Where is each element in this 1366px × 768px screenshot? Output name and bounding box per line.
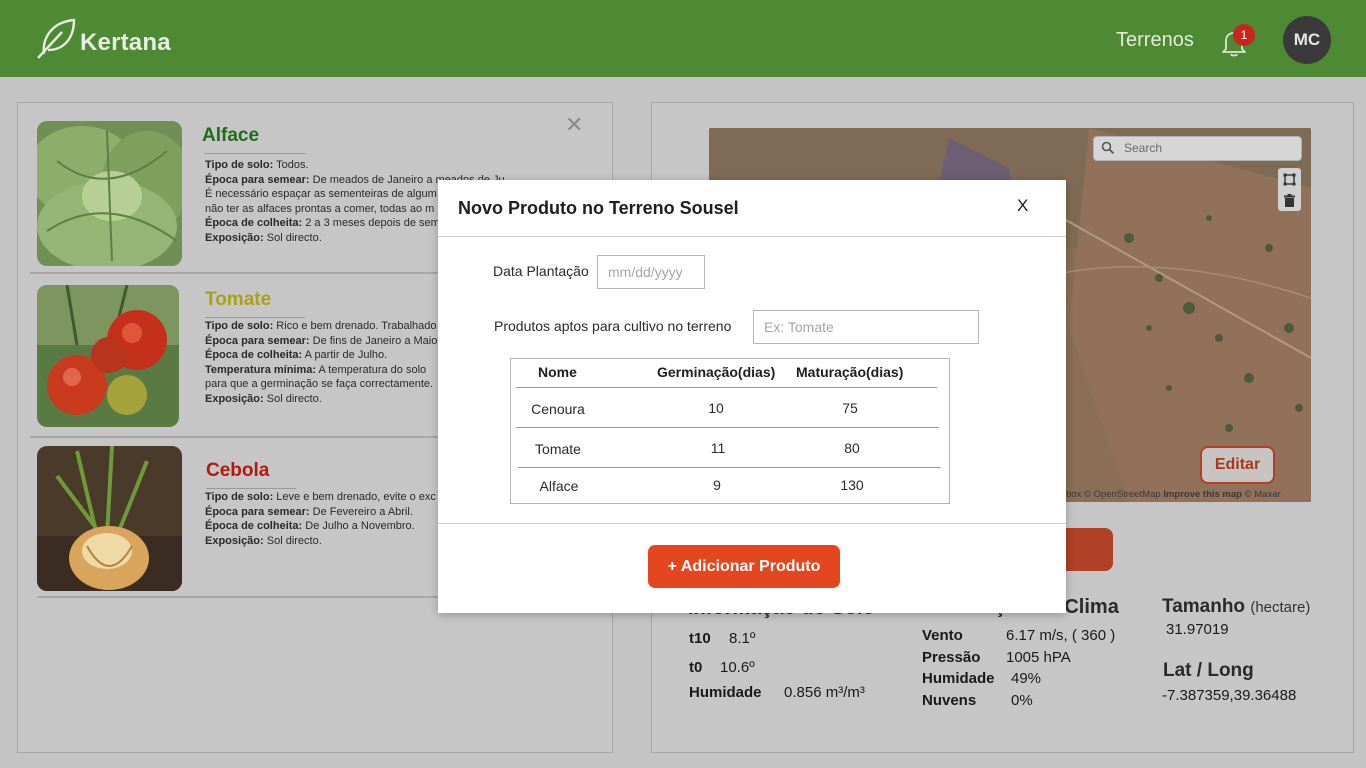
column-header-germination: Germinação(dias) bbox=[657, 364, 776, 380]
planting-date-input[interactable] bbox=[597, 255, 705, 289]
onion-image bbox=[37, 446, 182, 591]
modal-footer-divider bbox=[438, 523, 1066, 524]
soil-t0-label: t0 bbox=[689, 659, 703, 676]
divider bbox=[30, 436, 440, 438]
terrain-size-title: Tamanho (hectare) bbox=[1162, 596, 1311, 617]
nav-terrenos-link[interactable]: Terrenos bbox=[1116, 29, 1194, 52]
table-row-maturation: 75 bbox=[842, 400, 858, 416]
products-suitable-label: Produtos aptos para cultivo no terreno bbox=[494, 318, 732, 334]
modal-close-button[interactable]: X bbox=[1017, 196, 1028, 216]
leaf-logo-icon bbox=[37, 18, 76, 59]
product-search-input[interactable] bbox=[753, 310, 979, 344]
trash-icon[interactable] bbox=[1278, 190, 1301, 211]
planting-date-label: Data Plantação bbox=[493, 263, 589, 279]
map-search-placeholder: Search bbox=[1124, 141, 1163, 155]
name-underline bbox=[206, 488, 296, 489]
table-row-name[interactable]: Tomate bbox=[518, 441, 598, 457]
edit-button[interactable]: Editar bbox=[1200, 446, 1275, 484]
product-name-cebola[interactable]: Cebola bbox=[206, 460, 269, 482]
table-divider bbox=[516, 387, 937, 388]
search-icon bbox=[1101, 141, 1115, 155]
table-row-name[interactable]: Alface bbox=[519, 478, 599, 494]
latlong-title: Lat / Long bbox=[1163, 660, 1254, 681]
latlong-value: -7.387359,39.36488 bbox=[1162, 687, 1297, 704]
close-icon[interactable]: ✕ bbox=[565, 112, 583, 138]
table-row-germination: 9 bbox=[713, 477, 721, 493]
soil-humidity-label: Humidade bbox=[689, 684, 762, 701]
soil-t0-value: 10.6º bbox=[720, 659, 755, 676]
product-name-tomate[interactable]: Tomate bbox=[205, 289, 271, 311]
divider bbox=[30, 272, 440, 274]
table-row-maturation: 80 bbox=[844, 440, 860, 456]
column-header-name: Nome bbox=[538, 364, 577, 380]
notification-badge: 1 bbox=[1233, 24, 1255, 46]
table-divider bbox=[518, 467, 941, 468]
user-avatar[interactable]: MC bbox=[1283, 16, 1331, 64]
tomato-image bbox=[37, 285, 179, 427]
table-row-germination: 11 bbox=[710, 440, 726, 456]
name-underline bbox=[204, 153, 306, 154]
climate-wind-label: Vento bbox=[922, 627, 963, 644]
add-product-button[interactable]: + Adicionar Produto bbox=[648, 545, 840, 588]
table-divider bbox=[516, 427, 939, 428]
climate-clouds-label: Nuvens bbox=[922, 692, 977, 709]
table-row-maturation: 130 bbox=[840, 477, 864, 493]
draw-polygon-icon[interactable] bbox=[1278, 169, 1301, 190]
column-header-maturation: Maturação(dias) bbox=[796, 364, 904, 380]
divider bbox=[37, 596, 442, 598]
modal-header-divider bbox=[438, 236, 1066, 237]
climate-humidity-value: 49% bbox=[1011, 670, 1042, 687]
modal-title: Novo Produto no Terreno Sousel bbox=[458, 198, 739, 218]
name-underline bbox=[205, 317, 305, 318]
soil-t10-value: 8.1º bbox=[729, 630, 756, 647]
climate-clouds-value: 0% bbox=[1011, 692, 1033, 709]
map-attribution: box © OpenStreetMap Improve this map © M… bbox=[1066, 489, 1281, 500]
climate-wind-value: 6.17 m/s, ( 360 ) bbox=[1006, 627, 1116, 644]
climate-humidity-label: Humidade bbox=[922, 670, 995, 687]
terrain-size-value: 31.97019 bbox=[1166, 621, 1229, 638]
soil-t10-label: t10 bbox=[689, 630, 711, 647]
lettuce-image bbox=[37, 121, 182, 266]
product-name-alface[interactable]: Alface bbox=[202, 125, 259, 147]
climate-pressure-label: Pressão bbox=[922, 649, 981, 666]
climate-pressure-value: 1005 hPA bbox=[1006, 649, 1071, 666]
table-row-name[interactable]: Cenoura bbox=[518, 401, 598, 417]
soil-humidity-value: 0.856 m³/m³ bbox=[784, 684, 865, 701]
improve-map-link[interactable]: Improve this map bbox=[1163, 489, 1242, 500]
table-row-germination: 10 bbox=[708, 400, 724, 416]
brand-name[interactable]: Kertana bbox=[80, 29, 171, 57]
